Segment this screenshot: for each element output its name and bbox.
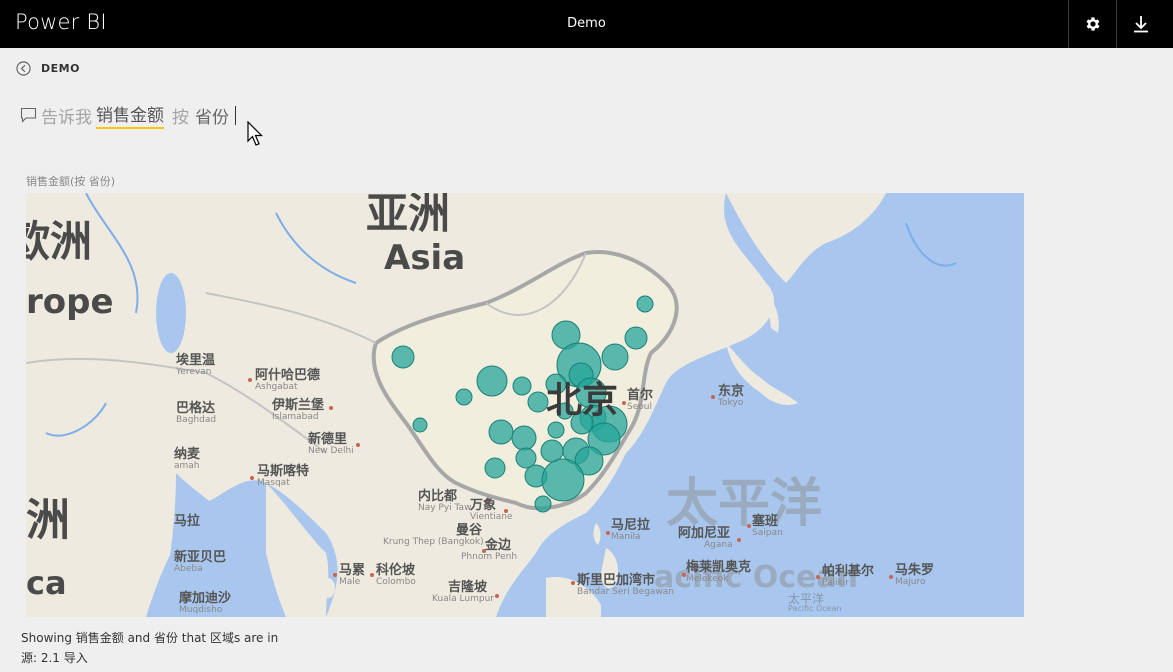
text-caret	[235, 105, 236, 125]
city-label: 纳麦 amah	[174, 447, 201, 471]
province-bubble[interactable]	[624, 326, 648, 350]
city-marker	[711, 395, 715, 399]
province-bubble[interactable]	[527, 391, 549, 413]
province-bubble[interactable]	[547, 421, 565, 439]
city-label: 曼谷 Krung Thep (Bangkok)	[383, 523, 484, 547]
city-label: 阿加尼亚 Agana	[678, 526, 733, 550]
city-label: 马尼拉 Manila	[611, 518, 651, 542]
province-bubble[interactable]	[391, 345, 415, 369]
city-marker	[571, 581, 575, 585]
qa-prompt-text: 告诉我	[41, 107, 92, 128]
data-source: 源: 2.1 导入	[21, 651, 88, 665]
city-label: 伊斯兰堡 Islamabad	[272, 398, 325, 422]
city-marker	[250, 476, 254, 480]
continent-label-africa-cn: 洲	[26, 495, 70, 546]
continent-label-europe-en: rope	[26, 282, 114, 322]
map-visual[interactable]: 亚洲 Asia 欧洲 rope 洲 ca 北京 太平洋 acific Ocean…	[26, 193, 1024, 617]
city-marker	[495, 594, 499, 598]
city-label: 吉隆坡 Kuala Lumpur	[432, 580, 494, 604]
city-label: 金边 Phnom Penh	[461, 538, 518, 562]
continent-label-africa-en: ca	[26, 564, 67, 602]
province-bubble[interactable]	[476, 365, 508, 397]
report-title: Demo	[567, 16, 606, 31]
qa-connector-word: 按	[172, 107, 189, 128]
city-label: 马拉	[174, 514, 201, 529]
city-label: 斯里巴加湾市 Bandar Seri Begawan	[577, 573, 675, 597]
city-marker	[248, 378, 252, 382]
visual-description: Showing 销售金额 and 省份 that 区域s are in	[21, 631, 279, 645]
city-label: 内比都 Nay Pyi Taw	[418, 489, 472, 513]
province-bubble[interactable]	[540, 439, 564, 463]
city-label: 新亚贝巴 Abeba	[174, 550, 227, 574]
ocean-small-label-cn: 太平洋 Pacific Ocean	[788, 592, 842, 613]
qa-term-field[interactable]: 省份	[195, 103, 229, 128]
province-bubble[interactable]	[412, 417, 428, 433]
province-bubble[interactable]	[455, 388, 473, 406]
city-marker	[816, 575, 820, 579]
city-label: 梅莱凯奥克 Melekeok	[686, 560, 752, 584]
city-marker	[333, 573, 337, 577]
city-label: 摩加迪沙 Muqdisho	[179, 591, 232, 615]
continent-label-asia-cn: 亚洲	[366, 193, 451, 238]
speech-bubble-icon	[20, 107, 37, 123]
province-bubble[interactable]	[601, 343, 629, 371]
breadcrumb-label[interactable]: DEMO	[41, 62, 80, 75]
ocean-label-cn: 太平洋	[666, 474, 823, 534]
city-label: 马朱罗 Majuro	[895, 563, 935, 587]
city-label: 万象 Vientiane	[470, 498, 513, 522]
province-bubble[interactable]	[541, 458, 585, 502]
qa-term-measure[interactable]: 销售金额	[96, 101, 164, 129]
settings-button[interactable]	[1068, 0, 1116, 48]
city-marker	[889, 575, 893, 579]
province-bubble[interactable]	[511, 425, 537, 451]
city-label: 东京 Tokyo	[718, 384, 745, 408]
gear-icon	[1086, 17, 1100, 31]
download-icon	[1133, 16, 1148, 33]
breadcrumb[interactable]: DEMO	[16, 60, 80, 76]
province-bubble[interactable]	[484, 457, 506, 479]
qa-input[interactable]: 告诉我 销售金额 按 省份	[20, 100, 236, 130]
city-marker	[606, 531, 610, 535]
province-bubble[interactable]	[534, 495, 552, 513]
city-label: 新德里 New Delhi	[308, 432, 354, 456]
city-label: 科伦坡 Colombo	[376, 563, 416, 587]
back-arrow-circle-icon[interactable]	[16, 60, 31, 76]
city-label: 首尔 Seoul	[627, 388, 654, 412]
city-marker	[737, 538, 741, 542]
province-bubble[interactable]	[488, 419, 514, 445]
province-bubble[interactable]	[636, 295, 654, 313]
city-label: 马累 Male	[339, 563, 366, 587]
continent-label-europe-cn: 欧洲	[26, 217, 93, 266]
city-marker	[747, 524, 751, 528]
continent-label-asia-en: Asia	[384, 238, 466, 278]
city-label: 阿什哈巴德 Ashgabat	[255, 368, 321, 392]
city-label-beijing: 北京	[546, 380, 619, 421]
app-name: Power BI	[15, 10, 107, 34]
mouse-pointer-icon	[247, 121, 263, 146]
top-bar: Power BI Demo	[0, 0, 1173, 48]
city-label: 埃里温 Yerevan	[176, 353, 216, 377]
download-button[interactable]	[1116, 0, 1164, 48]
city-marker	[622, 401, 626, 405]
city-label: 巴格达 Baghdad	[176, 401, 217, 425]
city-label: 马斯喀特 Masqat	[257, 464, 310, 488]
city-label: 帕利基尔 Palikir	[822, 564, 875, 588]
city-label: 塞班 Saipan	[752, 514, 783, 538]
province-bubble[interactable]	[512, 376, 532, 396]
city-marker	[329, 406, 333, 410]
city-marker	[370, 573, 374, 577]
visual-title: 销售金额(按 省份)	[26, 175, 116, 188]
city-marker	[356, 443, 360, 447]
